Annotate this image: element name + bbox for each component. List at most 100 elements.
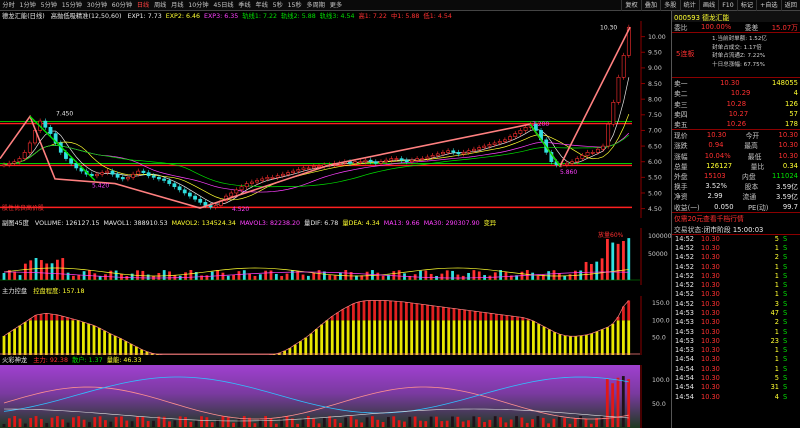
control-bar	[389, 300, 392, 321]
fire-dragon-bar	[39, 418, 43, 427]
fire-dragon-bar	[568, 423, 572, 427]
fire-dragon-tick: 50.0	[652, 401, 666, 408]
toolbar-button[interactable]: 标记	[736, 0, 756, 11]
control-bar	[431, 320, 435, 355]
volume-indicator-label[interactable]: 副图45度	[2, 220, 29, 227]
control-bar	[60, 316, 64, 321]
indicator-name[interactable]: 高抛低吸精准(12,50,60)	[51, 13, 122, 20]
control-bar	[494, 320, 498, 355]
toolbar-button[interactable]: 画线	[698, 0, 718, 11]
trade-time: 14:52	[675, 262, 695, 271]
candle-body	[146, 172, 151, 177]
control-bar	[415, 303, 419, 321]
quote-row: 总量 126127 量比 0.34	[672, 161, 800, 171]
volume-bar	[146, 274, 150, 280]
toolbar-button[interactable]: 统计	[679, 0, 699, 11]
period-tab[interactable]: 60分钟	[109, 0, 134, 11]
toolbar-button[interactable]: 多股	[660, 0, 679, 11]
ask-row[interactable]: 卖五 10.26 178	[672, 119, 800, 129]
period-tab[interactable]: 1分钟	[17, 0, 38, 11]
control-bar	[447, 307, 451, 321]
candle-body	[446, 150, 450, 153]
ask-row[interactable]: 卖三 10.28 126	[672, 99, 800, 109]
top-price-label: 10.30	[600, 24, 617, 31]
volume-chart[interactable]: 100000 50000 放量60%	[0, 228, 671, 285]
toolbar-button[interactable]: 叠加	[640, 0, 660, 11]
period-tab[interactable]: 分时	[0, 0, 17, 11]
period-tab[interactable]: 季线	[236, 0, 253, 11]
candle-body	[95, 173, 99, 177]
fire-dragon-bar	[61, 419, 65, 427]
control-bar	[542, 326, 546, 355]
candle-body	[518, 130, 523, 134]
trade-price: 10.30	[701, 253, 720, 262]
candle-body	[296, 169, 301, 172]
volume-bar	[18, 275, 22, 280]
candle-body	[12, 161, 17, 164]
control-bar	[484, 312, 488, 321]
period-tab[interactable]: 周线	[152, 0, 169, 11]
control-bar	[346, 320, 350, 355]
fire-dragon-bar	[499, 417, 502, 427]
period-label[interactable]: 德龙汇能(日线)	[2, 13, 45, 20]
period-tab[interactable]: 15秒	[285, 0, 304, 11]
ask-row[interactable]: 卖四 10.27 57	[672, 109, 800, 119]
control-bar	[420, 320, 424, 355]
volume-bar	[45, 263, 49, 280]
candle-body	[22, 152, 27, 159]
candle-body	[430, 155, 435, 158]
volume-bar	[456, 274, 460, 280]
period-tab[interactable]: 45日线	[211, 0, 236, 11]
control-bar	[330, 320, 334, 355]
control-bar	[367, 300, 371, 321]
price-tick: 8.00	[648, 96, 662, 103]
fire-dragon-bar	[152, 420, 155, 427]
period-tab[interactable]: 日线	[134, 0, 151, 11]
price-tick: 7.50	[648, 112, 662, 119]
quote-label: 净资	[674, 193, 688, 202]
period-tab[interactable]: 30分钟	[84, 0, 109, 11]
volume-bar	[312, 272, 316, 280]
power-indicator-label[interactable]: 主力控盘	[2, 288, 27, 295]
toolbar-button[interactable]: +自选	[756, 0, 781, 11]
fire-dragon-bar	[376, 419, 380, 427]
indicator-value: 控盘程度: 157.18	[33, 288, 85, 295]
trade-side: S	[783, 392, 788, 401]
control-chart[interactable]: 150.0 100.0 50.0	[0, 296, 671, 355]
price-tick: 9.50	[648, 50, 662, 57]
ask-row[interactable]: 卖二 10.29 4	[672, 88, 800, 98]
period-tab[interactable]: 15分钟	[59, 0, 84, 11]
trade-row: 14:52 10.30 1 S	[672, 281, 800, 290]
trade-volume: 5	[774, 234, 779, 243]
fire-dragon-chart[interactable]: 100.0 50.0	[0, 365, 671, 428]
candle-body	[621, 55, 626, 78]
fire-dragon-bar	[621, 376, 625, 427]
candle-body	[492, 142, 497, 145]
trade-row: 14:53 10.30 1 S	[672, 346, 800, 355]
period-tab[interactable]: 5分钟	[38, 0, 59, 11]
period-tab[interactable]: 5秒	[270, 0, 285, 11]
quote-value: 2.99	[707, 192, 723, 201]
volume-bar	[333, 275, 337, 280]
toolbar-button[interactable]: 复权	[621, 0, 640, 11]
trade-time: 14:52	[675, 290, 695, 299]
volume-bar	[339, 272, 342, 280]
candlestick-chart[interactable]: 10.00 9.50 9.00 8.50 8.00 7.50 7.00 6.50 6.00 5.5…	[0, 21, 671, 218]
fire-dragon-tick: 100.0	[652, 377, 670, 384]
period-tab[interactable]: 更多	[327, 0, 344, 11]
candle-body	[43, 120, 48, 128]
ask-row[interactable]: 卖一 10.30 148055	[672, 78, 800, 88]
volume-bar	[627, 238, 631, 280]
trade-row: 14:52 10.30 3 S	[672, 300, 800, 309]
period-tab[interactable]: 多周期	[304, 0, 327, 11]
period-tab[interactable]: 年线	[253, 0, 270, 11]
color-indicator-label[interactable]: 火彩神龙	[2, 357, 27, 364]
toolbar-button[interactable]: 返回	[780, 0, 800, 11]
period-tab[interactable]: 月线	[169, 0, 186, 11]
period-tab[interactable]: 10分钟	[186, 0, 211, 11]
fire-dragon-bar	[557, 416, 561, 427]
indicator-value: EXP1: 7.73	[127, 13, 162, 20]
level2-ad[interactable]: 仅需20元查看千档行情	[672, 213, 800, 224]
control-bar	[505, 315, 509, 321]
toolbar-button[interactable]: F10	[718, 0, 736, 11]
